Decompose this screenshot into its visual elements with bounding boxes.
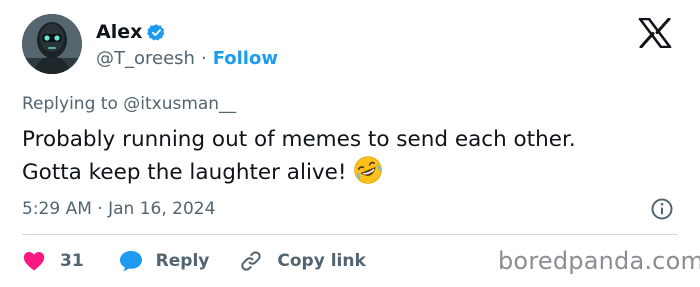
author-name-row: Alex bbox=[96, 20, 166, 44]
x-logo-icon[interactable] bbox=[638, 18, 672, 48]
reply-mention-link[interactable]: @itxusman__ bbox=[123, 94, 236, 114]
like-action[interactable]: 31 bbox=[22, 249, 84, 273]
author-display-name[interactable]: Alex bbox=[96, 20, 142, 44]
divider bbox=[22, 234, 678, 235]
author-handle[interactable]: @T_oreesh bbox=[96, 47, 195, 71]
handle-separator: · bbox=[200, 48, 207, 69]
author-handle-row: @T_oreesh · Follow bbox=[96, 47, 278, 71]
tweet-card: Alex @T_oreesh · Follow Replying to @itx… bbox=[0, 0, 700, 287]
verified-badge-icon bbox=[147, 23, 165, 40]
watermark: boredpanda.com bbox=[498, 247, 700, 275]
action-bar: 31 Reply Copy link bbox=[22, 246, 366, 276]
reply-action[interactable]: Reply bbox=[118, 249, 210, 273]
reply-label: Reply bbox=[155, 251, 210, 271]
robot-avatar-image bbox=[22, 14, 82, 74]
link-icon bbox=[241, 251, 262, 271]
replying-to-line: Replying to @itxusman__ bbox=[22, 92, 236, 116]
heart-icon bbox=[23, 252, 45, 271]
tweet-body: Probably running out of memes to send ea… bbox=[22, 124, 622, 188]
copy-link-action[interactable]: Copy link bbox=[239, 249, 366, 273]
follow-button[interactable]: Follow bbox=[213, 47, 278, 71]
reply-bubble-icon bbox=[119, 251, 142, 272]
rolling-on-floor-laughing-emoji-icon bbox=[353, 156, 382, 184]
copy-link-label: Copy link bbox=[277, 251, 366, 271]
avatar[interactable] bbox=[22, 14, 82, 74]
tweet-date[interactable]: Jan 16, 2024 bbox=[108, 199, 215, 219]
tweet-time[interactable]: 5:29 AM bbox=[22, 199, 92, 219]
likes-count: 31 bbox=[60, 251, 84, 271]
tweet-text: Probably running out of memes to send ea… bbox=[22, 127, 576, 185]
meta-separator: · bbox=[97, 199, 103, 219]
replying-to-prefix: Replying to bbox=[22, 94, 118, 114]
info-icon[interactable] bbox=[650, 197, 674, 221]
tweet-meta: 5:29 AM · Jan 16, 2024 bbox=[22, 197, 215, 221]
